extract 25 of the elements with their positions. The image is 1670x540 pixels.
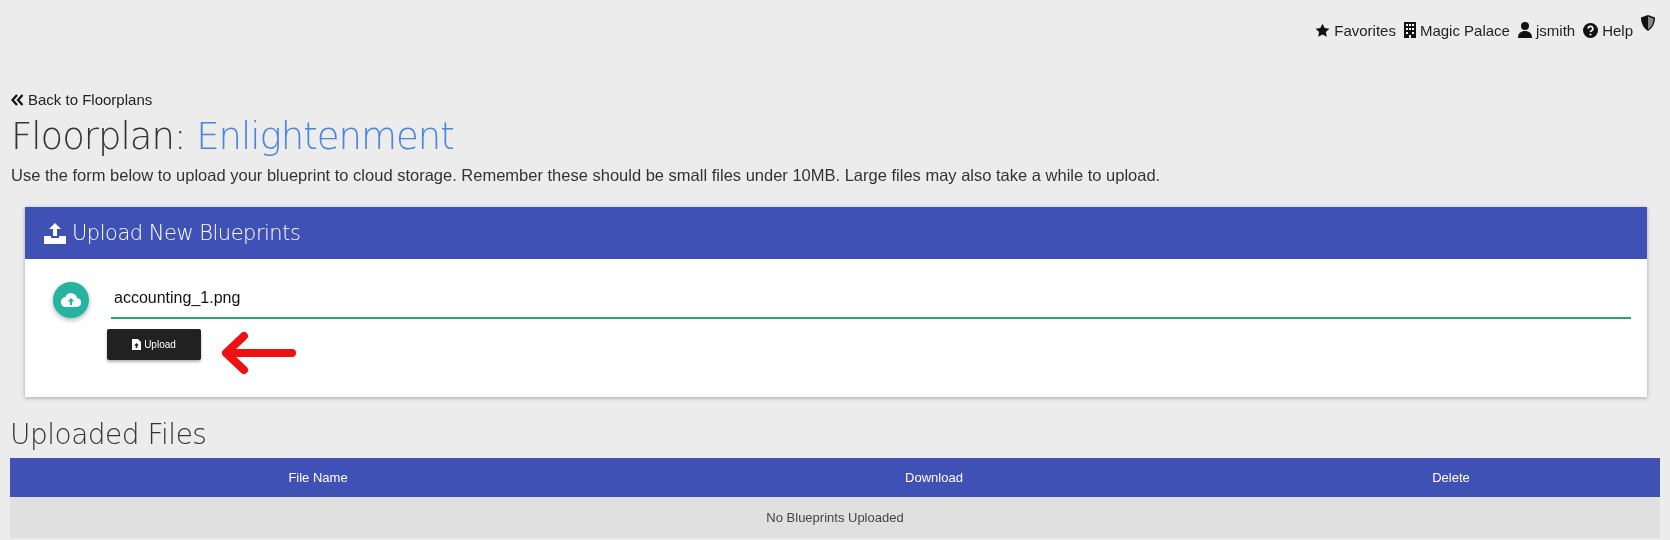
star-icon	[1315, 22, 1331, 38]
nav-link[interactable]: Magic Palace	[1403, 13, 1510, 47]
building-icon	[1403, 22, 1416, 38]
upload-icon	[44, 221, 66, 244]
user-icon	[1517, 22, 1532, 38]
card-title: Upload New Blueprints	[72, 220, 301, 245]
empty-message: No Blueprints Uploaded	[766, 509, 904, 525]
section-title: Uploaded Files	[10, 416, 208, 453]
nav-link[interactable]: Favorites	[1315, 13, 1396, 47]
file-upload-icon	[132, 338, 142, 350]
page-title: Floorplan: Enlightenment	[11, 113, 455, 160]
left-arrow-icon	[220, 330, 296, 375]
nav-link[interactable]: jsmith	[1517, 13, 1576, 47]
column-header: Download	[904, 469, 964, 485]
file-name-field[interactable]: accounting_1.png	[111, 280, 1631, 319]
description-text: Use the form below to upload your blueprint to cloud storage. Remember these should be small files under 10MB. Large files may also take a while to upload.	[11, 165, 1162, 185]
double-chevron-icon	[11, 93, 24, 106]
column-header: Delete	[1431, 469, 1471, 485]
upload-button[interactable]: Upload	[107, 328, 201, 360]
column-header: File Name	[287, 469, 349, 485]
shield-icon[interactable]	[1641, 15, 1655, 31]
cloud-upload-icon	[53, 281, 89, 318]
help-icon	[1583, 22, 1599, 38]
nav-link[interactable]: Help	[1583, 13, 1633, 47]
back-link[interactable]: Back to Floorplans	[11, 91, 153, 108]
